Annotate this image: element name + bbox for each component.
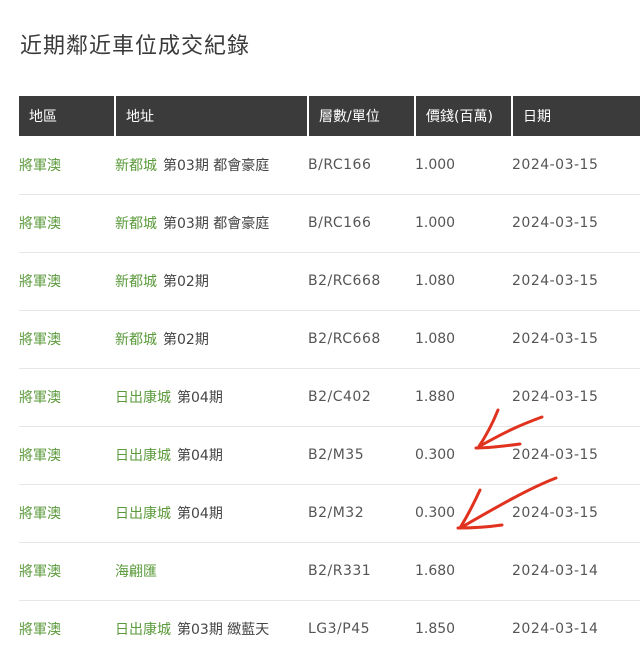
floor-unit-cell: B/RC166 [308,215,372,231]
price-cell: 1.850 [415,621,456,637]
address-detail: 第04期 [177,448,223,464]
address-detail: 第02期 [163,332,209,348]
estate-link[interactable]: 日出康城 [115,506,171,522]
date-cell: 2024-03-15 [512,389,599,405]
address-detail: 第04期 [177,506,223,522]
address-cell: 海翩匯 [115,542,308,600]
district-link[interactable]: 將軍澳 [19,542,115,600]
date-cell: 2024-03-15 [512,331,599,347]
price-cell: 1.880 [415,389,456,405]
price-cell: 1.680 [415,563,456,579]
floor-unit-cell: B2/M35 [308,447,365,463]
address-detail: 第04期 [177,390,223,406]
price-cell: 0.300 [415,447,456,463]
table-row: 將軍澳 新都城 第02期 B2/RC668 1.080 2024-03-15 [19,252,640,310]
district-link[interactable]: 將軍澳 [19,252,115,310]
address-cell: 新都城 第03期 都會豪庭 [115,136,308,194]
floor-unit-cell: LG3/P45 [308,621,371,637]
district-link[interactable]: 將軍澳 [19,368,115,426]
page: 近期鄰近車位成交紀錄 地區 地址 層數/單位 價錢(百萬) 日期 將軍澳 新都城第… [0,0,640,658]
floor-unit-cell: B/RC166 [308,156,372,173]
district-link[interactable]: 將軍澳 [19,484,115,542]
floor-unit-cell: B2/M32 [308,505,365,521]
header-date: 日期 [512,96,640,136]
table-body: 將軍澳 新都城 第03期 都會豪庭 B/RC166 1.000 2024-03-15 將軍澳… [19,136,640,658]
address-cell: 日出康城 第03期 緻藍天 [115,600,308,658]
date-cell: 2024-03-15 [512,215,599,231]
table-row: 將軍澳 新都城 第02期 B2/RC668 1.080 2024-03-15 [19,310,640,368]
floor-unit-cell: B2/R331 [308,563,372,579]
price-cell: 1.080 [415,331,456,347]
price-cell: 1.000 [415,215,456,231]
table-row: 將軍澳 新都城 第03期 都會豪庭 B/RC166 1.000 2024-03-15 [19,194,640,252]
address-detail: 第03期 都會豪庭 [163,216,270,232]
table-header-row: 地區 地址 層數/單位 價錢(百萬) 日期 [19,96,640,136]
price-cell: 1.080 [415,273,456,289]
price-cell: 1.000 [415,156,456,173]
estate-link[interactable]: 新都城 [115,274,157,290]
header-address: 地址 [115,96,309,136]
floor-unit-cell: B2/C402 [308,389,372,405]
date-cell: 2024-03-14 [512,621,599,637]
table-row: 將軍澳 日出康城 第04期 B2/M35 0.300 2024-03-15 [19,426,640,484]
date-cell: 2024-03-15 [512,505,599,521]
district-link[interactable]: 將軍澳 [19,136,115,194]
estate-link[interactable]: 海翩匯 [115,564,157,580]
address-cell: 新都城 第02期 [115,310,308,368]
address-detail: 第03期 都會豪庭 [163,157,270,174]
estate-link[interactable]: 新都城 [115,216,157,232]
address-detail: 第03期 緻藍天 [177,622,270,638]
table-row: 將軍澳 日出康城 第04期 B2/C402 1.880 2024-03-15 [19,368,640,426]
district-link[interactable]: 將軍澳 [19,310,115,368]
address-cell: 新都城 第02期 [115,252,308,310]
header-price: 價錢(百萬) [415,96,513,136]
table-row: 將軍澳 日出康城 第03期 緻藍天 LG3/P45 1.850 2024-03-14 [19,600,640,658]
floor-unit-cell: B2/RC668 [308,273,381,289]
date-cell: 2024-03-14 [512,563,599,579]
district-link[interactable]: 將軍澳 [19,600,115,658]
floor-unit-cell: B2/RC668 [308,331,381,347]
table-row: 將軍澳 日出康城 第04期 B2/M32 0.300 2024-03-15 [19,484,640,542]
table-row: 將軍澳 新都城 第03期 都會豪庭 B/RC166 1.000 2024-03-15 [19,136,640,194]
price-cell: 0.300 [415,505,456,521]
estate-link[interactable]: 日出康城 [115,622,171,638]
transactions-table: 地區 地址 層數/單位 價錢(百萬) 日期 將軍澳 新都城 第03期 都會豪庭 B/R… [19,96,640,658]
estate-link[interactable]: 新都城 [115,158,157,174]
table-row: 將軍澳 海翩匯 B2/R331 1.680 2024-03-14 [19,542,640,600]
estate-link[interactable]: 新都城 [115,332,157,348]
page-title: 近期鄰近車位成交紀錄 [20,34,251,59]
address-cell: 新都城 第03期 都會豪庭 [115,194,308,252]
district-link[interactable]: 將軍澳 [19,426,115,484]
address-cell: 日出康城 第04期 [115,368,308,426]
address-cell: 日出康城 第04期 [115,484,308,542]
date-cell: 2024-03-15 [512,156,599,173]
address-detail: 第02期 [163,274,209,290]
estate-link[interactable]: 日出康城 [115,390,171,406]
header-district: 地區 [19,96,116,136]
district-link[interactable]: 將軍澳 [19,194,115,252]
address-cell: 日出康城 第04期 [115,426,308,484]
date-cell: 2024-03-15 [512,273,599,289]
header-floor-unit: 層數/單位 [308,96,416,136]
date-cell: 2024-03-15 [512,447,599,463]
estate-link[interactable]: 日出康城 [115,448,171,464]
